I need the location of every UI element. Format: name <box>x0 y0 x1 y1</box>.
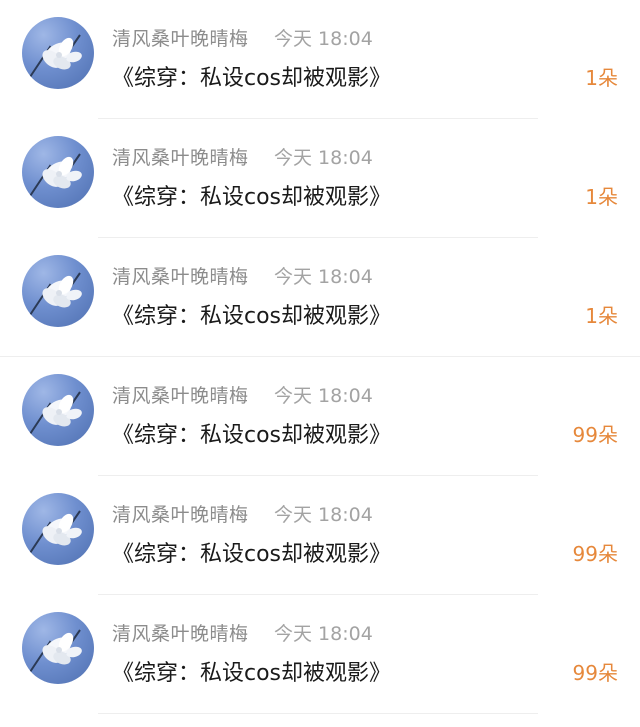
timestamp: 今天 18:04 <box>274 385 373 407</box>
book-title[interactable]: 《综穿：私设cos却被观影》 <box>112 536 391 568</box>
author-name[interactable]: 清风桑叶晚晴梅 <box>112 500 249 527</box>
white-flower-avatar-icon <box>29 391 82 435</box>
white-flower-avatar-icon <box>29 510 82 554</box>
gift-count: 99朵 <box>572 542 618 566</box>
timestamp: 今天 18:04 <box>274 147 373 169</box>
book-title[interactable]: 《综穿：私设cos却被观影》 <box>112 60 391 92</box>
timestamp: 今天 18:04 <box>274 266 373 288</box>
list-item[interactable]: 清风桑叶晚晴梅 今天 18:04 《综穿：私设cos却被观影》 1朵 <box>0 0 640 119</box>
white-flower-avatar-icon <box>29 272 82 316</box>
book-title[interactable]: 《综穿：私设cos却被观影》 <box>112 417 391 449</box>
author-name[interactable]: 清风桑叶晚晴梅 <box>112 381 249 408</box>
white-flower-avatar-icon <box>29 629 82 673</box>
avatar[interactable] <box>22 17 94 89</box>
timestamp: 今天 18:04 <box>274 504 373 526</box>
author-name[interactable]: 清风桑叶晚晴梅 <box>112 262 249 289</box>
divider <box>98 713 538 714</box>
gift-count: 1朵 <box>585 304 618 328</box>
gift-count: 1朵 <box>585 185 618 209</box>
avatar[interactable] <box>22 612 94 684</box>
author-name[interactable]: 清风桑叶晚晴梅 <box>112 24 249 51</box>
avatar[interactable] <box>22 255 94 327</box>
list-item[interactable]: 清风桑叶晚晴梅 今天 18:04 《综穿：私设cos却被观影》 99朵 <box>0 357 640 476</box>
white-flower-avatar-icon <box>29 153 82 197</box>
avatar[interactable] <box>22 136 94 208</box>
gift-count: 99朵 <box>572 661 618 685</box>
author-name[interactable]: 清风桑叶晚晴梅 <box>112 143 249 170</box>
gift-count: 1朵 <box>585 66 618 90</box>
gift-record-list: 清风桑叶晚晴梅 今天 18:04 《综穿：私设cos却被观影》 1朵 清风桑叶晚… <box>0 0 640 727</box>
book-title[interactable]: 《综穿：私设cos却被观影》 <box>112 179 391 211</box>
book-title[interactable]: 《综穿：私设cos却被观影》 <box>112 655 391 687</box>
list-item[interactable]: 清风桑叶晚晴梅 今天 18:04 《综穿：私设cos却被观影》 1朵 <box>0 119 640 238</box>
gift-count: 99朵 <box>572 423 618 447</box>
list-item[interactable]: 清风桑叶晚晴梅 今天 18:04 《综穿：私设cos却被观影》 99朵 <box>0 476 640 595</box>
white-flower-avatar-icon <box>29 34 82 78</box>
avatar[interactable] <box>22 374 94 446</box>
book-title[interactable]: 《综穿：私设cos却被观影》 <box>112 298 391 330</box>
author-name[interactable]: 清风桑叶晚晴梅 <box>112 619 249 646</box>
avatar[interactable] <box>22 493 94 565</box>
list-item[interactable]: 清风桑叶晚晴梅 今天 18:04 《综穿：私设cos却被观影》 99朵 <box>0 595 640 714</box>
list-item[interactable]: 清风桑叶晚晴梅 今天 18:04 《综穿：私设cos却被观影》 1朵 <box>0 238 640 357</box>
timestamp: 今天 18:04 <box>274 623 373 645</box>
timestamp: 今天 18:04 <box>274 28 373 50</box>
